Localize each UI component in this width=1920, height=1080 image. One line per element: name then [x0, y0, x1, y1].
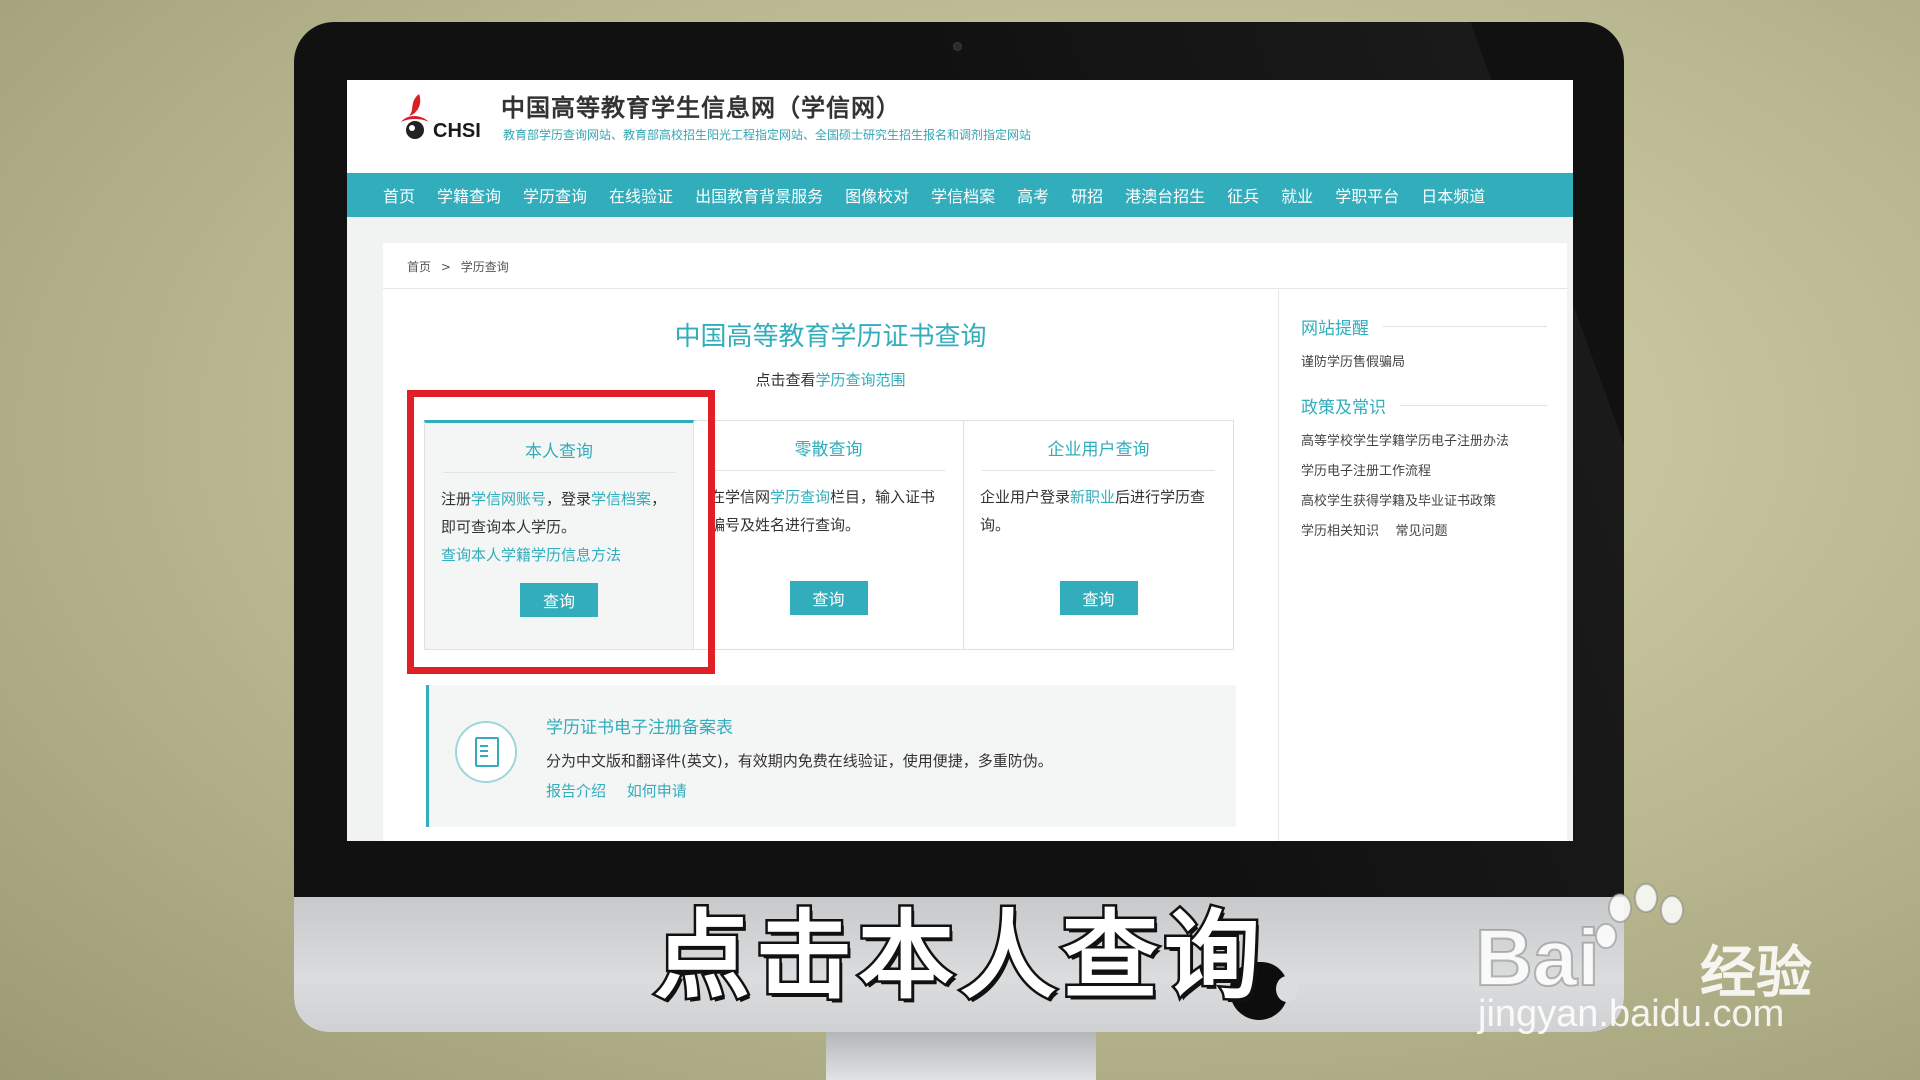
webcam — [953, 42, 962, 51]
policy-heading: 政策及常识 — [1301, 393, 1547, 418]
cert-registration-box: 学历证书电子注册备案表 分为中文版和翻译件(英文)，有效期内免费在线验证，使用便… — [426, 685, 1236, 827]
policy-section: 政策及常识 高等学校学生学籍学历电子注册办法 学历电子注册工作流程 高校学生获得… — [1301, 393, 1547, 542]
highlight-box — [407, 390, 715, 674]
baidu-brand: Bai — [1474, 912, 1600, 1003]
breadcrumb-separator: > — [440, 260, 451, 274]
site-subtitle: 教育部学历查询网站、教育部高校招生阳光工程指定网站、全国硕士研究生招生报名和调剂… — [503, 128, 1032, 142]
nav-item-career[interactable]: 学职平台 — [1335, 183, 1399, 207]
card-description: 在学信网学历查询栏目，输入证书编号及姓名进行查询。 — [710, 483, 947, 539]
sidebar: 网站提醒 谨防学历售假骗局 政策及常识 高等学校学生学籍学历电子注册办法 学历电… — [1278, 290, 1567, 841]
policy-item[interactable]: 学历相关知识 — [1301, 524, 1379, 539]
nav-item-japan[interactable]: 日本频道 — [1421, 183, 1485, 207]
certificate-icon — [455, 721, 517, 783]
baidu-paw-icon — [1595, 883, 1684, 949]
nav-item-hmt[interactable]: 港澳台招生 — [1125, 183, 1205, 207]
card-title[interactable]: 零散查询 — [712, 421, 945, 471]
nav-item-home[interactable]: 首页 — [383, 183, 415, 207]
logo-text[interactable]: CHSI — [433, 120, 481, 143]
main-nav: 首页 学籍查询 学历查询 在线验证 出国教育背景服务 图像校对 学信档案 高考 … — [347, 173, 1573, 217]
site-title: 中国高等教育学生信息网（学信网） — [501, 94, 901, 122]
new-career-link[interactable]: 新职业 — [1070, 488, 1115, 506]
cert-description: 分为中文版和翻译件(英文)，有效期内免费在线验证，使用便捷，多重防伪。 — [546, 752, 1053, 770]
nav-item-gaokao[interactable]: 高考 — [1017, 183, 1049, 207]
nav-item-degree-query[interactable]: 学历查询 — [523, 183, 587, 207]
breadcrumb-home[interactable]: 首页 — [407, 260, 431, 274]
policy-item[interactable]: 学历电子注册工作流程 — [1301, 462, 1547, 482]
faq-link[interactable]: 常见问题 — [1396, 524, 1448, 539]
page-title: 中国高等教育学历证书查询 — [674, 322, 987, 352]
reminder-item[interactable]: 谨防学历售假骗局 — [1301, 353, 1547, 373]
card-description: 企业用户登录新职业后进行学历查询。 — [980, 483, 1217, 539]
cert-title[interactable]: 学历证书电子注册备案表 — [546, 713, 733, 738]
chsi-logo-icon[interactable] — [395, 92, 435, 142]
nav-item-image-check[interactable]: 图像校对 — [845, 183, 909, 207]
nav-item-military[interactable]: 征兵 — [1227, 183, 1259, 207]
nav-item-online-verify[interactable]: 在线验证 — [609, 183, 673, 207]
policy-item[interactable]: 高校学生获得学籍及毕业证书政策 — [1301, 492, 1547, 512]
nav-item-archive[interactable]: 学信档案 — [931, 183, 995, 207]
reminder-heading: 网站提醒 — [1301, 314, 1547, 339]
desc-text: 在学信网 — [710, 488, 771, 506]
site-header: CHSI 中国高等教育学生信息网（学信网） 教育部学历查询网站、教育部高校招生阳… — [347, 80, 1573, 173]
nav-item-enrollment[interactable]: 学籍查询 — [437, 183, 501, 207]
card-enterprise-query[interactable]: 企业用户查询 企业用户登录新职业后进行学历查询。 查询 — [964, 420, 1234, 650]
report-intro-link[interactable]: 报告介绍 — [546, 782, 606, 800]
scope-link[interactable]: 学历查询范围 — [816, 371, 906, 389]
baidu-watermark-text: Bai — [1474, 912, 1600, 1004]
monitor-stand — [826, 1032, 1096, 1080]
scope-prefix: 点击查看 — [755, 371, 816, 389]
how-to-apply-link[interactable]: 如何申请 — [627, 782, 687, 800]
baidu-url: jingyan.baidu.com — [1478, 993, 1785, 1035]
reminder-section: 网站提醒 谨防学历售假骗局 — [1301, 314, 1547, 373]
nav-item-overseas[interactable]: 出国教育背景服务 — [695, 183, 823, 207]
single-query-button[interactable]: 查询 — [789, 581, 868, 615]
nav-item-yanzhao[interactable]: 研招 — [1071, 183, 1103, 207]
card-title[interactable]: 企业用户查询 — [982, 421, 1215, 471]
cert-links: 报告介绍 如何申请 — [546, 780, 703, 801]
policy-item[interactable]: 高等学校学生学籍学历电子注册办法 — [1301, 432, 1547, 452]
breadcrumb: 首页 > 学历查询 — [383, 243, 1567, 289]
scope-line: 点击查看学历查询范围 — [383, 369, 1278, 390]
desc-text: 企业用户登录 — [980, 488, 1071, 506]
degree-query-link[interactable]: 学历查询 — [770, 488, 830, 506]
nav-item-jobs[interactable]: 就业 — [1281, 183, 1313, 207]
policy-item-row: 学历相关知识 常见问题 — [1301, 522, 1547, 542]
card-single-query[interactable]: 零散查询 在学信网学历查询栏目，输入证书编号及姓名进行查询。 查询 — [694, 420, 964, 650]
breadcrumb-current: 学历查询 — [460, 260, 509, 274]
enterprise-query-button[interactable]: 查询 — [1059, 581, 1138, 615]
